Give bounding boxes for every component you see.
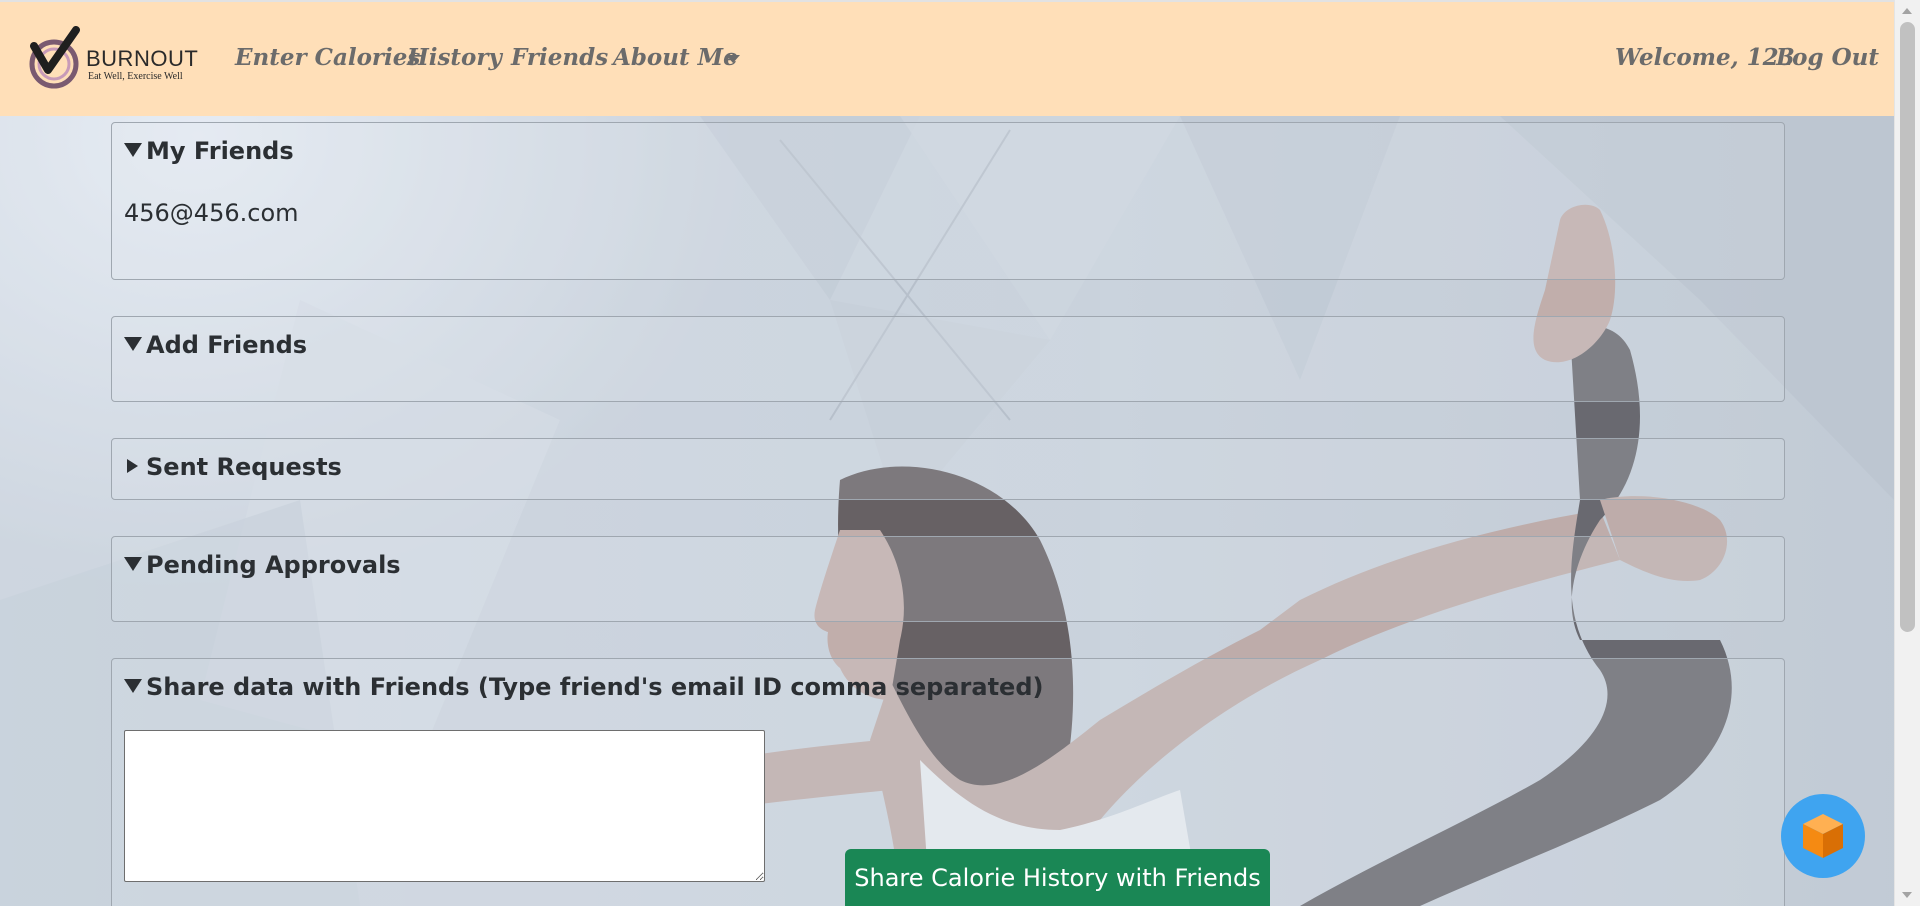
pending-approvals-toggle[interactable]: Pending Approvals (124, 551, 401, 579)
pending-approvals-section: Pending Approvals (111, 536, 1785, 622)
brand-logo[interactable]: BURNOUT Eat Well, Exercise Well (28, 26, 198, 96)
my-friends-title: My Friends (146, 137, 294, 165)
add-friends-section: Add Friends (111, 316, 1785, 402)
add-friends-title: Add Friends (146, 331, 308, 359)
friend-list-item: 456@456.com (124, 199, 299, 227)
brand-tagline: Eat Well, Exercise Well (88, 71, 183, 82)
orange-cube-icon (1803, 814, 1843, 858)
triangle-down-icon (124, 337, 142, 351)
share-emails-textarea[interactable] (124, 730, 765, 882)
scroll-down-arrow-icon[interactable] (1902, 892, 1912, 898)
nav-friends[interactable]: Friends (511, 44, 608, 71)
scrollbar-thumb[interactable] (1900, 22, 1915, 632)
floating-chat-button[interactable] (1781, 794, 1865, 878)
brand-name: BURNOUT (86, 46, 199, 71)
share-calorie-history-button[interactable]: Share Calorie History with Friends (845, 849, 1270, 906)
triangle-down-icon (124, 143, 142, 157)
pending-approvals-title: Pending Approvals (146, 551, 401, 579)
scroll-up-arrow-icon[interactable] (1902, 8, 1912, 14)
logout-link[interactable]: Log Out (1776, 44, 1879, 71)
share-data-title: Share data with Friends (Type friend's e… (146, 673, 1044, 701)
sent-requests-toggle[interactable]: Sent Requests (124, 453, 342, 481)
vertical-scrollbar[interactable] (1894, 0, 1920, 906)
navbar: BURNOUT Eat Well, Exercise Well Enter Ca… (0, 0, 1894, 116)
triangle-right-icon (127, 459, 138, 473)
chevron-down-icon[interactable] (726, 55, 740, 63)
nav-history[interactable]: History (407, 44, 502, 71)
share-data-toggle[interactable]: Share data with Friends (Type friend's e… (124, 673, 1043, 701)
my-friends-section: My Friends 456@456.com (111, 122, 1785, 280)
sent-requests-title: Sent Requests (146, 453, 342, 481)
nav-about-me-dropdown[interactable]: About Me (613, 44, 738, 71)
welcome-user-text: Welcome, 123 (1615, 44, 1795, 71)
triangle-down-icon (124, 679, 142, 693)
burnout-logo-icon (29, 26, 80, 89)
page: BURNOUT Eat Well, Exercise Well Enter Ca… (0, 0, 1920, 906)
triangle-down-icon (124, 557, 142, 571)
my-friends-toggle[interactable]: My Friends (124, 137, 294, 165)
add-friends-toggle[interactable]: Add Friends (124, 331, 307, 359)
nav-enter-calories[interactable]: Enter Calories (235, 44, 420, 71)
sent-requests-section: Sent Requests (111, 438, 1785, 500)
